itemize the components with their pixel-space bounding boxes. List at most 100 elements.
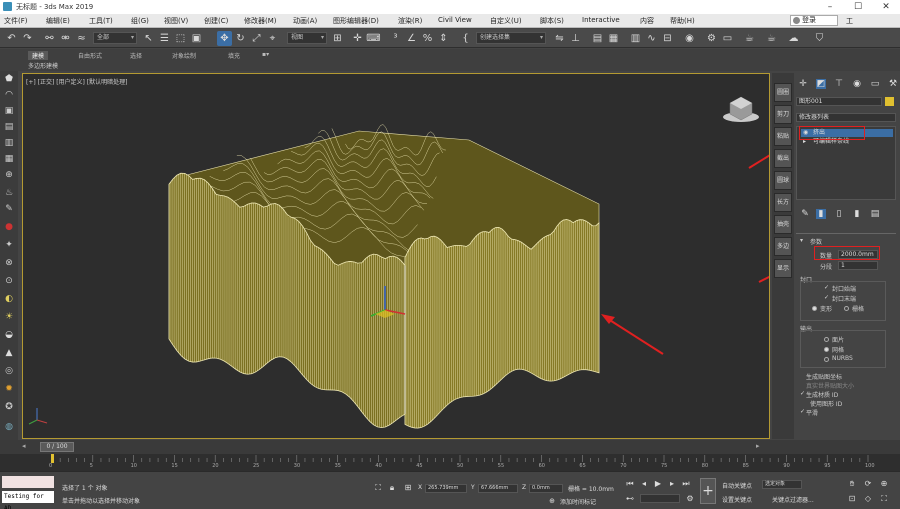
menu-customize[interactable]: 自定义(U): [490, 16, 522, 26]
mirror-icon[interactable]: ⇋: [552, 31, 567, 46]
key-filters-button[interactable]: 关键点过滤器...: [772, 495, 814, 504]
menu-rendering[interactable]: 渲染(R): [398, 16, 422, 26]
spinner-snap-icon[interactable]: ⇕: [436, 31, 451, 46]
torus-icon[interactable]: ◎: [3, 365, 15, 377]
object-color-swatch[interactable]: [885, 97, 894, 106]
keyboard-shortcut-icon[interactable]: ⌨: [366, 31, 381, 46]
grid-icon[interactable]: ▦: [3, 153, 15, 165]
tube-icon[interactable]: ⊙: [3, 275, 15, 287]
fov-icon[interactable]: ◇: [862, 493, 874, 505]
time-config-icon[interactable]: ⚙: [684, 493, 696, 505]
time-slider[interactable]: ◂ 0 / 100 ▸: [0, 440, 900, 454]
add-time-tag[interactable]: 添加时间标记: [560, 497, 596, 506]
tab-cut[interactable]: 剪刀: [774, 105, 792, 124]
menu-views[interactable]: 视图(V): [164, 16, 188, 26]
select-scale-icon[interactable]: ⤢: [249, 31, 264, 46]
angle-snap-icon[interactable]: ∠: [404, 31, 419, 46]
create-panel-icon[interactable]: ✛: [798, 79, 808, 89]
y-coord-field[interactable]: 67.666mm: [478, 484, 518, 493]
create-icon[interactable]: ⬟: [3, 73, 15, 85]
menu-file[interactable]: 文件(F): [4, 16, 28, 26]
menu-interactive[interactable]: Interactive: [582, 16, 620, 24]
next-frame-icon[interactable]: ▸: [756, 442, 760, 450]
ribbon-toggle-icon[interactable]: ▥: [628, 31, 643, 46]
modifier-list-dropdown[interactable]: 修改器列表: [796, 113, 896, 122]
window-crossing-icon[interactable]: ▣: [189, 31, 204, 46]
select-move-icon[interactable]: ✥: [217, 31, 232, 46]
sun-icon[interactable]: ☀: [3, 311, 15, 323]
paint-icon[interactable]: ✎: [3, 203, 15, 215]
select-by-name-icon[interactable]: ☰: [157, 31, 172, 46]
layer-explorer-icon[interactable]: ▦: [606, 31, 621, 46]
prev-key-icon[interactable]: ◂: [638, 478, 650, 490]
selection-filter-dropdown[interactable]: 全部: [93, 32, 137, 44]
menu-civil-view[interactable]: Civil View: [438, 16, 472, 24]
snap-toggle-icon[interactable]: ³: [388, 31, 403, 46]
minimize-button[interactable]: –: [816, 0, 844, 14]
extruded-terrain-mesh[interactable]: [168, 124, 600, 429]
show-end-result-icon[interactable]: ▮: [816, 209, 826, 219]
orbit-icon[interactable]: ⟳: [862, 478, 874, 490]
segments-spinner[interactable]: 1: [838, 261, 878, 270]
material-editor-icon[interactable]: ◉: [682, 31, 697, 46]
sign-in-field[interactable]: 登录: [790, 15, 838, 26]
helper-icon[interactable]: ✦: [3, 239, 15, 251]
menu-graph-editors[interactable]: 图形编辑器(D): [333, 16, 379, 26]
menu-modifiers[interactable]: 修改器(M): [244, 16, 277, 26]
curve-editor-icon[interactable]: ∿: [644, 31, 659, 46]
play-icon[interactable]: ▶: [652, 478, 664, 490]
tab-paste[interactable]: 粘贴: [774, 127, 792, 146]
teapot-icon[interactable]: ♨: [3, 187, 15, 199]
select-rotate-icon[interactable]: ↻: [233, 31, 248, 46]
unlink-icon[interactable]: ⚮: [58, 31, 73, 46]
maxscript-listener-input[interactable]: Testing for AD: [2, 491, 54, 509]
tab-extract[interactable]: 截出: [774, 149, 792, 168]
gen-mat-ids-check[interactable]: ✓: [800, 390, 805, 397]
menu-group[interactable]: 组(G): [131, 16, 149, 26]
menu-tools[interactable]: 工具(T): [89, 16, 113, 26]
light-icon[interactable]: ◐: [3, 293, 15, 305]
patch-radio[interactable]: [824, 337, 829, 342]
record-icon[interactable]: ●: [3, 221, 15, 233]
material-icon[interactable]: ✹: [3, 383, 15, 395]
toggle-scene-explorer-icon[interactable]: ▤: [590, 31, 605, 46]
rect-region-icon[interactable]: ⬚: [173, 31, 188, 46]
zoom-all-icon[interactable]: ⊕: [878, 478, 890, 490]
ribbon-options-icon[interactable]: ▪▾: [262, 51, 269, 60]
next-key-icon[interactable]: ▸: [666, 478, 678, 490]
track-bar[interactable]: 0 5 10 15 20 25 30 35 40 45 50 55 60 65 70 75 80 85 90 95 10…: [0, 454, 900, 471]
maximize-button[interactable]: ☐: [844, 0, 872, 14]
tab-selection[interactable]: 选择: [130, 51, 142, 60]
set-key-big-icon[interactable]: +: [700, 478, 716, 504]
cone-icon[interactable]: ▲: [3, 347, 15, 359]
rendered-frame-icon[interactable]: ▭: [720, 31, 735, 46]
menu-scripting[interactable]: 脚本(S): [540, 16, 564, 26]
hierarchy-panel-icon[interactable]: ⊤: [834, 79, 844, 89]
motion-panel-icon[interactable]: ◉: [852, 79, 862, 89]
tab-shell[interactable]: 抽壳: [774, 215, 792, 234]
autodesk-a360-icon[interactable]: ⛉: [812, 31, 827, 46]
link-icon[interactable]: ⚯: [42, 31, 57, 46]
go-to-start-icon[interactable]: ⏮: [624, 478, 636, 490]
tab-object-paint[interactable]: 对象绘制: [172, 51, 196, 60]
edit-named-sets-icon[interactable]: {: [458, 31, 473, 46]
time-tag-icon[interactable]: ⊕: [546, 495, 558, 507]
list-icon[interactable]: ▥: [3, 137, 15, 149]
named-selection-dropdown[interactable]: 创建选择集: [476, 32, 546, 44]
tab-circle[interactable]: 圆圈: [774, 83, 792, 102]
percent-snap-icon[interactable]: %: [420, 31, 435, 46]
grid-radio[interactable]: [844, 306, 849, 311]
isolate-icon[interactable]: ⛶: [372, 482, 384, 494]
workspace-label[interactable]: 工: [846, 16, 853, 26]
absolute-mode-icon[interactable]: ⊞: [402, 482, 414, 494]
go-to-end-icon[interactable]: ⏭: [680, 478, 692, 490]
tab-box[interactable]: 长方: [774, 193, 792, 212]
redo-icon[interactable]: ↷: [20, 31, 35, 46]
box-icon[interactable]: ▣: [3, 105, 15, 117]
tab-freeform[interactable]: 自由形式: [78, 51, 102, 60]
render-iterative-icon[interactable]: ☕: [764, 31, 779, 46]
tab-sphere[interactable]: 圆球: [774, 171, 792, 190]
render-setup-icon[interactable]: ⚙: [704, 31, 719, 46]
tab-populate[interactable]: 填充: [228, 51, 240, 60]
current-frame-marker[interactable]: [51, 454, 54, 463]
